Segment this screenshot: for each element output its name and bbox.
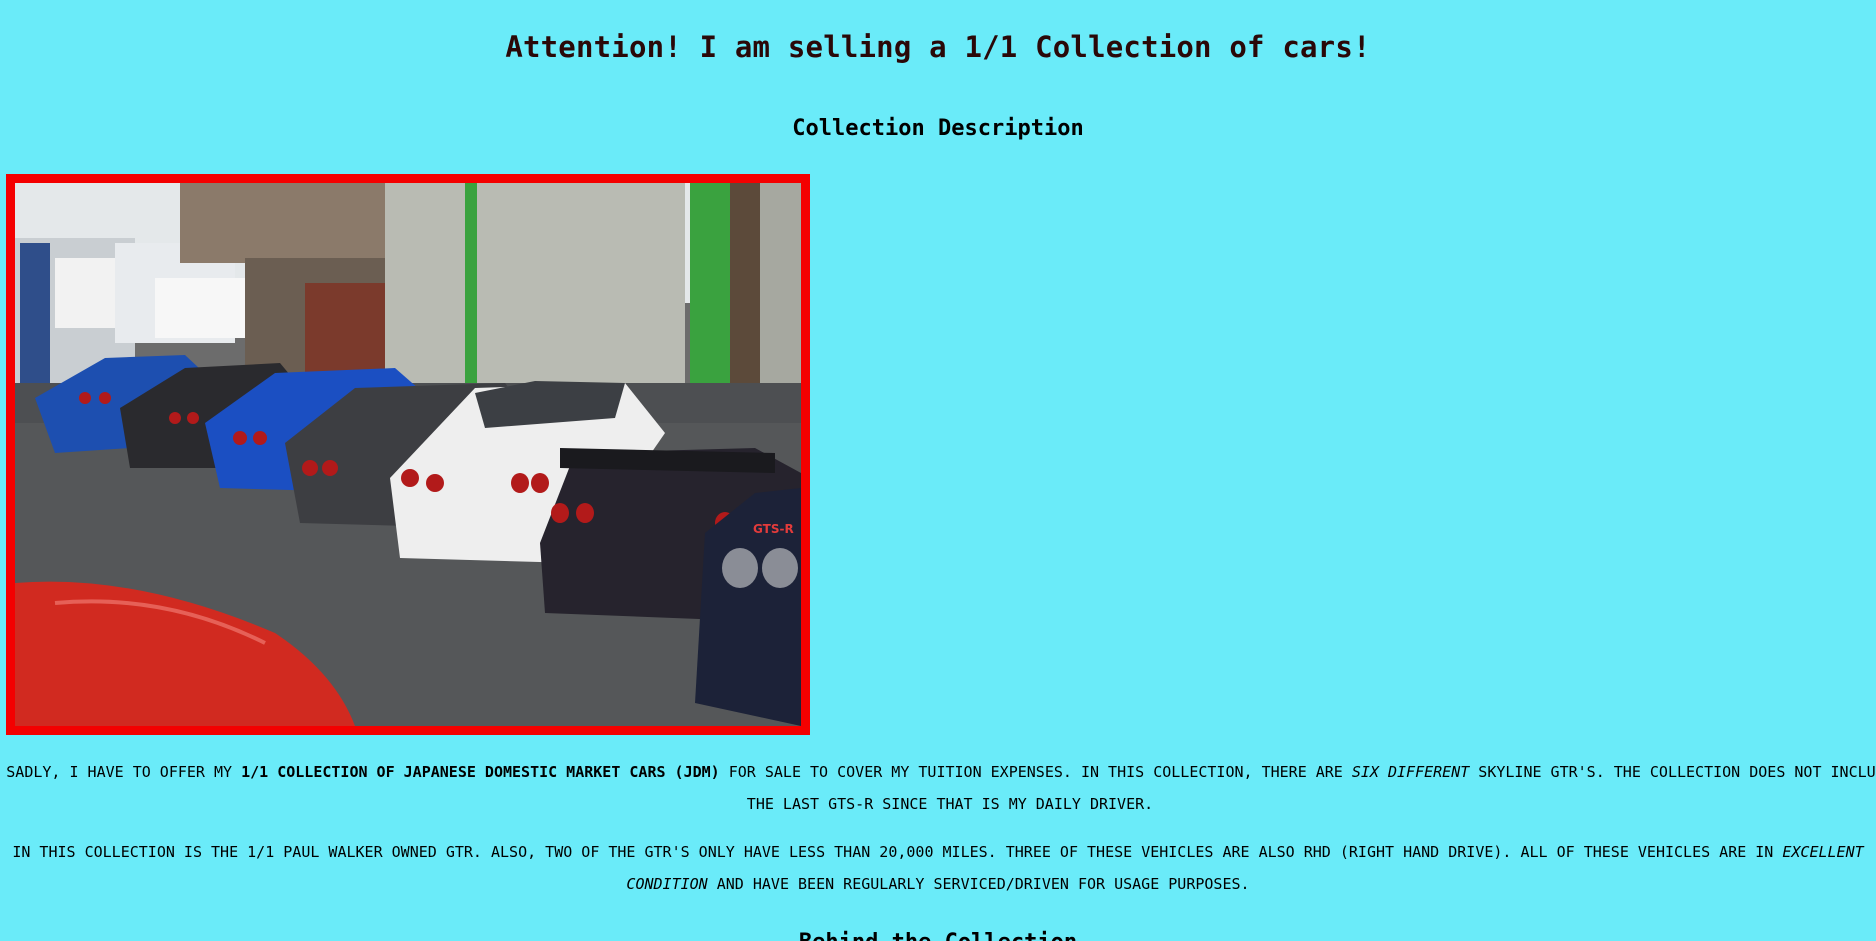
section-heading-behind: Behind the Collection <box>0 930 1876 941</box>
car-collection-photo: GTS-R <box>6 174 810 735</box>
section-heading-description: Collection Description <box>792 116 1084 141</box>
p1-italic-six: six different <box>1351 763 1470 781</box>
p1-text-1: Sadly, I have to offer my <box>6 763 242 781</box>
page: Attention! I am selling a 1/1 Collection… <box>0 0 1876 941</box>
collection-paragraph-2: In this collection is the 1/1 Paul Walke… <box>0 836 1876 900</box>
p2-text-2: and have been regularly serviced/driven … <box>707 875 1250 893</box>
car-photo-illustration: GTS-R <box>15 183 801 726</box>
p2-text-1: In this collection is the 1/1 Paul Walke… <box>12 843 1783 861</box>
gtsr-badge: GTS-R <box>753 522 794 536</box>
p1-text-2: for sale to cover my tuition expenses. I… <box>719 763 1352 781</box>
p1-bold-jdm: 1/1 collection of Japanese Domestic Mark… <box>241 763 720 781</box>
page-title: Attention! I am selling a 1/1 Collection… <box>505 30 1371 64</box>
collection-paragraph-1: Sadly, I have to offer my 1/1 collection… <box>0 756 1876 820</box>
